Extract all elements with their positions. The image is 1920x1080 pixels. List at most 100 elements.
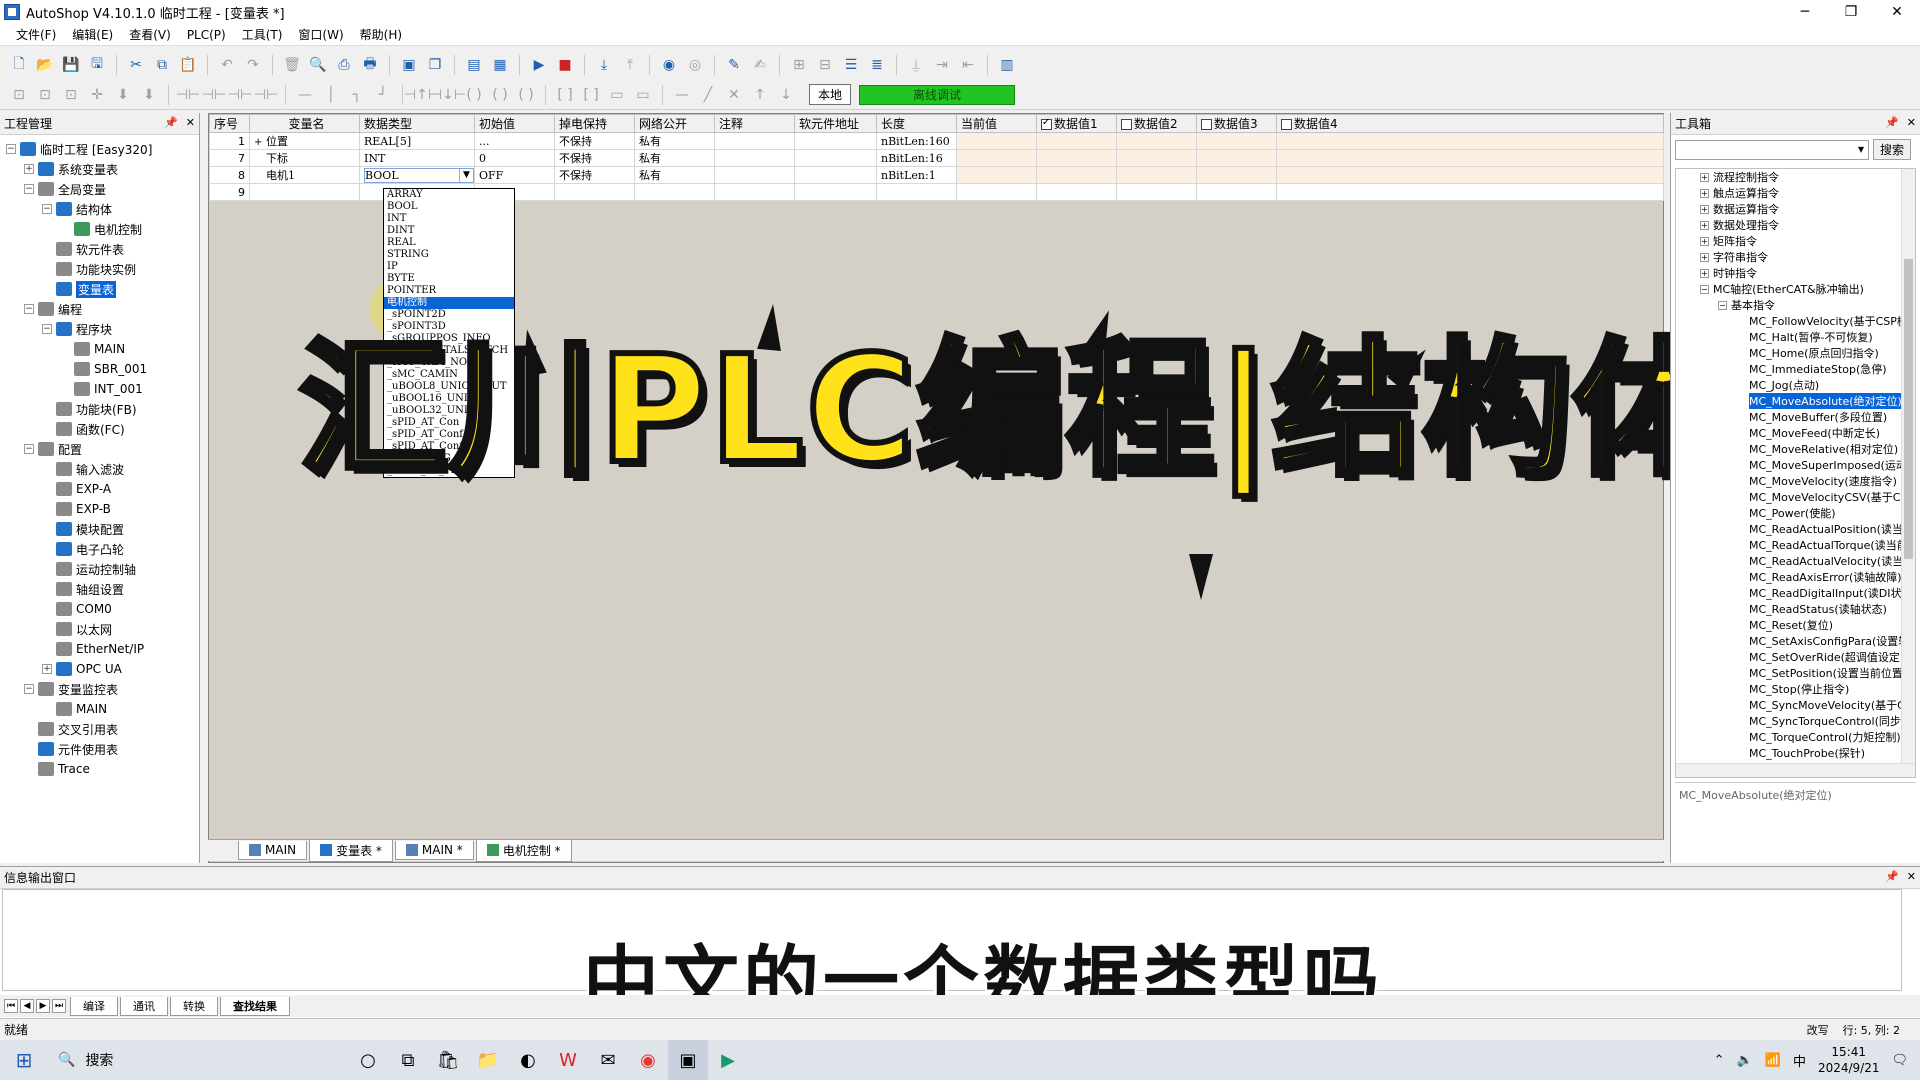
menu-edit[interactable]: 编辑(E) [64,26,121,43]
col-header-data2[interactable]: 数据值2 [1116,114,1197,133]
tree-item[interactable]: 元件使用表 [0,739,199,759]
cut-icon[interactable]: ✂ [125,54,147,76]
falling-edge-icon[interactable]: ⊣↓⊢ [430,84,466,106]
fb-icon[interactable]: ▭ [606,84,628,106]
cell-data3[interactable] [1196,132,1277,150]
dropdown-option[interactable]: IP [384,261,514,273]
col-header-length[interactable]: 长度 [876,114,957,133]
toolbox-item[interactable]: MC_TorqueControl(力矩控制) [1676,729,1915,745]
toolbox-item[interactable]: MC_Reset(复位) [1676,617,1915,633]
cell-no[interactable]: 9 [209,183,250,201]
tree-item[interactable]: 以太网 [0,619,199,639]
toolbox-item[interactable]: MC_ReadStatus(读轴状态) [1676,601,1915,617]
tree-item[interactable]: COM0 [0,599,199,619]
dropdown-option[interactable]: STRING [384,249,514,261]
write-icon[interactable]: ✍ [749,54,771,76]
expand-toggle-icon[interactable]: + [1700,172,1709,182]
stop-icon[interactable]: ■ [554,54,576,76]
expand-toggle-icon[interactable]: + [1700,236,1709,246]
chevron-down-icon[interactable]: ▼ [459,168,473,182]
notification-icon[interactable]: 🗨 [1891,1053,1908,1068]
compile-all-icon[interactable]: ▦ [489,54,511,76]
print-preview-icon[interactable]: ⎙ [333,54,355,76]
network-icon[interactable]: ⍊ [905,54,927,76]
col-header-current[interactable]: 当前值 [956,114,1037,133]
toolbox-item[interactable]: MC_ReadActualPosition(读当前 [1676,521,1915,537]
cell-type[interactable]: REAL[5] [359,132,475,150]
run-icon[interactable]: ▶ [528,54,550,76]
toolbox-item[interactable]: MC_MoveFeed(中断定长) [1676,425,1915,441]
expand-toggle-icon[interactable]: + [1700,252,1709,262]
cell-data2[interactable] [1116,183,1197,201]
ladder-tool-icon[interactable]: ⬇ [138,84,160,106]
edit-mode-icon[interactable]: ✎ [723,54,745,76]
cell-current[interactable] [956,132,1037,150]
close-icon[interactable]: ✕ [186,116,195,129]
tab-convert[interactable]: 转换 [170,996,218,1016]
toolbox-vertical-scrollbar[interactable] [1901,169,1915,765]
tree-item[interactable]: 功能块(FB) [0,399,199,419]
cell-comment[interactable] [714,166,795,184]
table-row[interactable]: 7 下标 INT 0 不保持 私有 nBitLen:16 [209,149,1664,167]
cell-length[interactable]: nBitLen:160 [876,132,957,150]
col-header-init[interactable]: 初始值 [474,114,555,133]
toolbox-item[interactable]: MC_ReadActualVelocity(读当前 [1676,553,1915,569]
compile-icon[interactable]: ▤ [463,54,485,76]
table-row[interactable]: 1 + 位置 REAL[5]... 不保持 私有 nBitLen:160 [209,132,1664,150]
window-cascade-icon[interactable]: ❐ [424,54,446,76]
dropdown-option[interactable]: BYTE [384,273,514,285]
tree-item[interactable]: Trace [0,759,199,779]
contact-parallel-icon[interactable]: ⊣⊢ [254,84,278,106]
cell-address[interactable] [794,132,877,150]
expand-toggle-icon[interactable]: − [42,204,52,214]
last-tab-icon[interactable]: ⏭ [52,999,66,1013]
expand-toggle-icon[interactable]: + [1700,268,1709,278]
expand-toggle-icon[interactable]: + [24,164,34,174]
contact-open-icon[interactable]: ⊣⊢ [176,84,200,106]
monitor-icon[interactable]: ◉ [658,54,680,76]
upload-icon[interactable]: ⤒ [619,54,641,76]
cell-name[interactable] [249,183,360,201]
open-folder-icon[interactable]: 📂 [34,54,56,76]
redo-icon[interactable]: ↷ [242,54,264,76]
col-header-address[interactable]: 软元件地址 [794,114,877,133]
toolbox-item[interactable]: MC_Halt(暂停-不可恢复) [1676,329,1915,345]
toolbox-search-button[interactable]: 搜索 [1873,139,1912,160]
toolbox-item[interactable]: MC_Power(使能) [1676,505,1915,521]
tree-item[interactable]: 电子凸轮 [0,539,199,559]
vertical-line-icon[interactable]: │ [320,84,342,106]
autoshop-taskbar-icon[interactable]: ▣ [668,1040,708,1080]
cell-no[interactable]: 8 [209,166,250,184]
tree-item[interactable]: SBR_001 [0,359,199,379]
cell-current[interactable] [956,149,1037,167]
toolbox-horizontal-scrollbar[interactable] [1676,763,1915,777]
expand-toggle-icon[interactable]: − [24,444,34,454]
tree-item[interactable]: − 配置 [0,439,199,459]
tree-item[interactable]: 交叉引用表 [0,719,199,739]
close-button[interactable]: ✕ [1874,0,1920,24]
expand-toggle-icon[interactable]: − [1700,284,1709,294]
dropdown-option[interactable]: INT [384,213,514,225]
toolbox-item[interactable]: MC_SetOverRide(超调值设定 [1676,649,1915,665]
corner-line-icon[interactable]: ┐ [346,84,368,106]
tree-item[interactable]: − 全局变量 [0,179,199,199]
cell-data1[interactable] [1036,166,1117,184]
tree-item[interactable]: 输入滤波 [0,459,199,479]
col-header-type[interactable]: 数据类型 [359,114,475,133]
cell-init[interactable]: OFF [474,166,555,184]
cell-public[interactable] [634,183,715,201]
tree-item[interactable]: MAIN [0,699,199,719]
toolbox-item[interactable]: + 触点运算指令 [1676,185,1915,201]
cell-length[interactable]: nBitLen:1 [876,166,957,184]
tree-item[interactable]: MAIN [0,339,199,359]
cell-address[interactable] [794,183,877,201]
line-icon[interactable]: — [671,84,693,106]
toolbox-item[interactable]: MC_SyncMoveVelocity(基于CS [1676,697,1915,713]
tree-item[interactable]: − 变量监控表 [0,679,199,699]
cell-data3[interactable] [1196,166,1277,184]
cell-retain[interactable]: 不保持 [554,132,635,150]
data-type-select[interactable]: BOOL ▼ [364,167,474,183]
window-icon[interactable]: ▣ [398,54,420,76]
offline-debug-button[interactable]: 离线调试 [859,84,1016,105]
search-icon[interactable]: 🔍 [307,54,329,76]
